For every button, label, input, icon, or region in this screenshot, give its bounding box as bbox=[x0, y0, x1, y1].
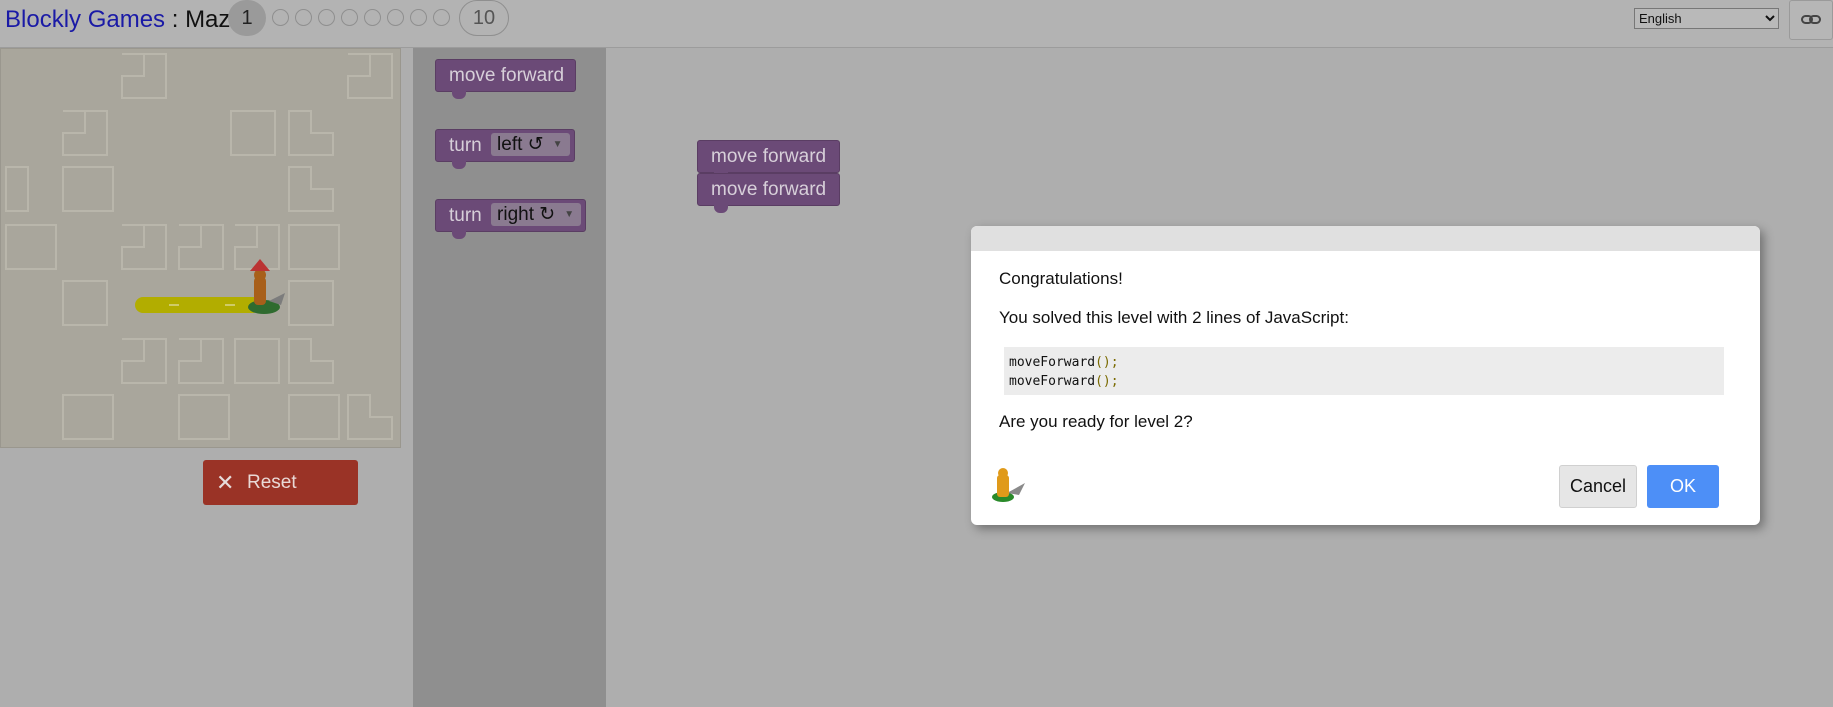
code-listing: moveForward(); moveForward(); bbox=[1004, 347, 1724, 395]
block-label: turn bbox=[449, 135, 482, 156]
cancel-button[interactable]: Cancel bbox=[1559, 465, 1637, 508]
page-title: Blockly Games : Maze bbox=[5, 6, 244, 34]
toolbox-block-turn-left[interactable]: turn left ↺ ▼ bbox=[435, 129, 575, 169]
ok-button[interactable]: OK bbox=[1647, 465, 1719, 508]
level-dot-8[interactable] bbox=[410, 9, 427, 26]
dropdown-value: right ↻ bbox=[497, 204, 556, 225]
toolbox-block-move-forward[interactable]: move forward bbox=[435, 59, 576, 99]
block-label: move forward bbox=[711, 179, 827, 200]
dropdown-value: left ↺ bbox=[497, 134, 544, 155]
code-line: moveForward(); bbox=[1009, 353, 1719, 372]
close-icon: ✕ bbox=[216, 470, 235, 495]
workspace-block-move-forward[interactable]: move forward bbox=[697, 173, 840, 213]
code-function: moveForward bbox=[1009, 355, 1096, 370]
level-last[interactable]: 10 bbox=[459, 0, 509, 36]
top-bar: Blockly Games : Maze 1 10 English bbox=[0, 0, 1833, 48]
congratulations-dialog: Congratulations! You solved this level w… bbox=[971, 226, 1760, 525]
code-suffix: (); bbox=[1095, 374, 1119, 389]
maze-graphic bbox=[5, 53, 393, 440]
dialog-header bbox=[971, 226, 1760, 251]
link-icon bbox=[1801, 15, 1821, 24]
maze-canvas bbox=[0, 48, 401, 448]
code-suffix: (); bbox=[1095, 355, 1119, 370]
pegman-icon bbox=[992, 468, 1025, 502]
turn-direction-dropdown[interactable]: right ↻ ▼ bbox=[491, 203, 582, 226]
block-label: move forward bbox=[449, 65, 565, 86]
level-dot-2[interactable] bbox=[272, 9, 289, 26]
link-button[interactable] bbox=[1789, 0, 1833, 40]
title-separator: : bbox=[165, 6, 186, 33]
dialog-solved-text: You solved this level with 2 lines of Ja… bbox=[999, 308, 1349, 327]
app-home-link[interactable]: Blockly Games bbox=[5, 6, 165, 33]
toolbox-block-turn-right[interactable]: turn right ↻ ▼ bbox=[435, 199, 586, 239]
dropdown-caret-icon: ▼ bbox=[564, 209, 575, 220]
turn-direction-dropdown[interactable]: left ↺ ▼ bbox=[491, 133, 570, 156]
level-dot-4[interactable] bbox=[318, 9, 335, 26]
block-label: move forward bbox=[711, 146, 827, 167]
code-function: moveForward bbox=[1009, 374, 1096, 389]
level-dot-9[interactable] bbox=[433, 9, 450, 26]
dialog-ready-text: Are you ready for level 2? bbox=[999, 412, 1193, 431]
block-label: turn bbox=[449, 205, 482, 226]
level-current[interactable]: 1 bbox=[228, 0, 266, 36]
level-dot-3[interactable] bbox=[295, 9, 312, 26]
language-select[interactable]: English bbox=[1634, 8, 1779, 29]
level-dot-6[interactable] bbox=[364, 9, 381, 26]
level-dot-5[interactable] bbox=[341, 9, 358, 26]
maze-path bbox=[135, 297, 261, 313]
workspace-block-move-forward[interactable]: move forward bbox=[697, 140, 840, 180]
dropdown-caret-icon: ▼ bbox=[552, 139, 563, 150]
reset-button-label: Reset bbox=[247, 472, 297, 493]
reset-button[interactable]: ✕ Reset bbox=[203, 460, 358, 505]
dialog-congrats-text: Congratulations! bbox=[999, 269, 1123, 288]
code-line: moveForward(); bbox=[1009, 372, 1719, 391]
level-dot-7[interactable] bbox=[387, 9, 404, 26]
